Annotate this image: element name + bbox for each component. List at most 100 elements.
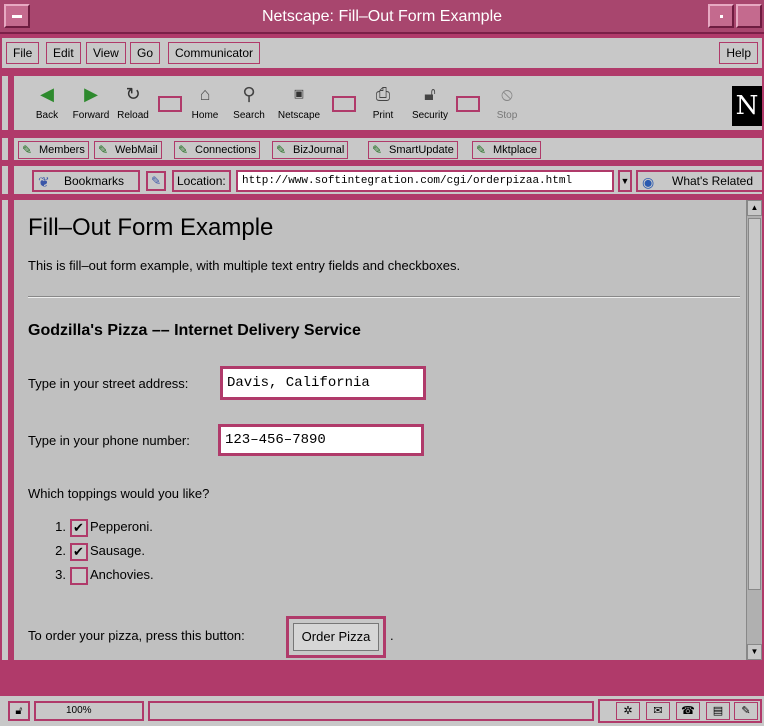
- bookmarks-label: Bookmarks: [64, 174, 125, 188]
- navigator-icon[interactable]: ✲: [616, 702, 640, 720]
- location-url-input[interactable]: http://www.softintegration.com/cgi/order…: [236, 170, 614, 192]
- scroll-up-icon[interactable]: ▲: [747, 200, 762, 216]
- anchovies-checkbox[interactable]: [70, 566, 88, 585]
- vertical-scrollbar[interactable]: ▲ ▼: [746, 200, 762, 660]
- scroll-thumb[interactable]: [748, 218, 761, 590]
- back-button[interactable]: ◀ Back: [28, 78, 66, 128]
- bookmarks-button[interactable]: ❦ Bookmarks: [32, 170, 140, 192]
- sausage-checkbox[interactable]: [70, 542, 88, 561]
- netscape-logo: N: [732, 86, 762, 126]
- content-left-edge: [0, 198, 10, 662]
- bookmark-smartupdate[interactable]: ✎ SmartUpdate: [368, 141, 458, 159]
- forward-arrow-icon: ▶: [84, 84, 98, 104]
- maximize-button[interactable]: [736, 4, 762, 28]
- menu-go[interactable]: Go: [130, 42, 161, 64]
- street-address-input[interactable]: Davis, California: [220, 366, 426, 400]
- window-title-bar[interactable]: Netscape: Fill–Out Form Example: [0, 0, 764, 34]
- bookmark-members-label: Members: [39, 144, 85, 156]
- toolbar-separator: [456, 96, 480, 112]
- home-icon: ⌂: [199, 84, 211, 104]
- location-label: Location:: [172, 170, 231, 192]
- pepperoni-checkbox[interactable]: [70, 518, 88, 537]
- back-arrow-icon: ◀: [40, 84, 54, 104]
- bookmark-members[interactable]: ✎ Members: [18, 141, 89, 159]
- search-button[interactable]: ⚲ Search: [230, 78, 268, 128]
- reload-button[interactable]: ↻ Reload: [114, 78, 152, 128]
- print-button[interactable]: ⎙ Print: [364, 78, 402, 128]
- horizontal-rule: [28, 296, 740, 298]
- bookmark-bizjournal[interactable]: ✎ BizJournal: [272, 141, 349, 159]
- order-pizza-button[interactable]: Order Pizza: [286, 616, 386, 658]
- page-proxy-icon[interactable]: ✎: [146, 171, 166, 191]
- menu-edit[interactable]: Edit: [46, 42, 81, 64]
- status-bar: 🔓︎ 100% ✲ ✉ ☎ ▤ ✎: [0, 694, 764, 726]
- whats-related-icon: ◉: [642, 174, 655, 190]
- minimize-button[interactable]: [708, 4, 734, 28]
- bookmark-link-icon: ✎: [22, 143, 33, 157]
- bookmarks-icon: ❦: [38, 174, 50, 190]
- scroll-down-icon[interactable]: ▼: [747, 644, 762, 660]
- mailbox-icon[interactable]: ✉: [646, 702, 670, 720]
- toolbar-separator: [158, 96, 182, 112]
- topping-item: 1. Pepperoni.: [44, 518, 153, 538]
- bookmark-bizjournal-label: BizJournal: [293, 144, 345, 156]
- personal-toolbar-grip[interactable]: [0, 136, 10, 162]
- security-status-icon[interactable]: 🔓︎: [8, 701, 30, 721]
- bookmark-connections-label: Connections: [195, 144, 257, 156]
- bookmark-link-icon: ✎: [276, 143, 287, 157]
- composer-icon[interactable]: ✎: [734, 702, 758, 720]
- home-button[interactable]: ⌂ Home: [186, 78, 224, 128]
- menu-communicator[interactable]: Communicator: [168, 42, 261, 64]
- location-dropdown-icon[interactable]: ▼: [618, 170, 632, 192]
- menu-view[interactable]: View: [86, 42, 126, 64]
- security-button[interactable]: 🔓︎ Security: [408, 78, 452, 128]
- location-toolbar: ❦ Bookmarks ✎ Location: http://www.softi…: [12, 164, 764, 196]
- bookmark-webmail-label: WebMail: [115, 144, 158, 156]
- forward-button[interactable]: ▶ Forward: [72, 78, 110, 128]
- topping-item: 2. Sausage.: [44, 542, 145, 562]
- my-netscape-icon: ▣: [293, 88, 305, 100]
- bookmark-mktplace[interactable]: ✎ Mktplace: [472, 141, 542, 159]
- bookmark-connections[interactable]: ✎ Connections: [174, 141, 261, 159]
- toolbar-grip[interactable]: [0, 74, 10, 132]
- topping-number: 3.: [55, 567, 66, 582]
- whats-related-button[interactable]: ◉ What's Related: [636, 170, 764, 192]
- page-title: Fill–Out Form Example: [28, 214, 274, 241]
- phone-number-input[interactable]: 123–456–7890: [218, 424, 424, 456]
- order-instruction: To order your pizza, press this button:: [28, 628, 245, 643]
- menu-help[interactable]: Help: [719, 42, 758, 64]
- search-icon: ⚲: [242, 84, 256, 104]
- topping-number: 1.: [55, 519, 66, 534]
- location-toolbar-grip[interactable]: [0, 164, 10, 196]
- window-bottom-edge: [0, 664, 764, 694]
- topping-label: Sausage.: [90, 543, 145, 558]
- navigation-toolbar: ◀ Back ▶ Forward ↻ Reload ⌂ Home ⚲ Searc…: [12, 74, 764, 132]
- discussions-icon[interactable]: ☎: [676, 702, 700, 720]
- menu-bar: File Edit View Go Communicator Help: [0, 36, 764, 70]
- reload-label: Reload: [117, 110, 149, 121]
- address-book-icon[interactable]: ▤: [706, 702, 730, 720]
- print-icon: ⎙: [375, 84, 391, 104]
- order-pizza-label: Order Pizza: [293, 623, 379, 651]
- topping-item: 3. Anchovies.: [44, 566, 154, 586]
- toppings-question: Which toppings would you like?: [28, 486, 210, 501]
- order-period: .: [390, 628, 394, 643]
- bookmark-link-icon: ✎: [476, 143, 487, 157]
- progress-percent: 100%: [34, 701, 144, 721]
- bookmark-webmail[interactable]: ✎ WebMail: [94, 141, 162, 159]
- form-heading: Godzilla's Pizza –– Internet Delivery Se…: [28, 322, 361, 339]
- window-title: Netscape: Fill–Out Form Example: [261, 8, 503, 25]
- topping-number: 2.: [55, 543, 66, 558]
- status-message: [148, 701, 594, 721]
- netscape-button[interactable]: ▣ Netscape: [276, 78, 322, 128]
- stop-button[interactable]: ⦸ Stop: [488, 78, 526, 128]
- component-bar: ✲ ✉ ☎ ▤ ✎: [598, 699, 762, 723]
- page-content-frame: Fill–Out Form Example This is fill–out f…: [12, 198, 764, 662]
- topping-label: Pepperoni.: [90, 519, 153, 534]
- bookmark-link-icon: ✎: [98, 143, 109, 157]
- topping-label: Anchovies.: [90, 567, 154, 582]
- page-content: Fill–Out Form Example This is fill–out f…: [18, 200, 744, 660]
- whats-related-label: What's Related: [672, 174, 753, 188]
- menu-file[interactable]: File: [6, 42, 40, 64]
- bookmark-smartupdate-label: SmartUpdate: [389, 144, 454, 156]
